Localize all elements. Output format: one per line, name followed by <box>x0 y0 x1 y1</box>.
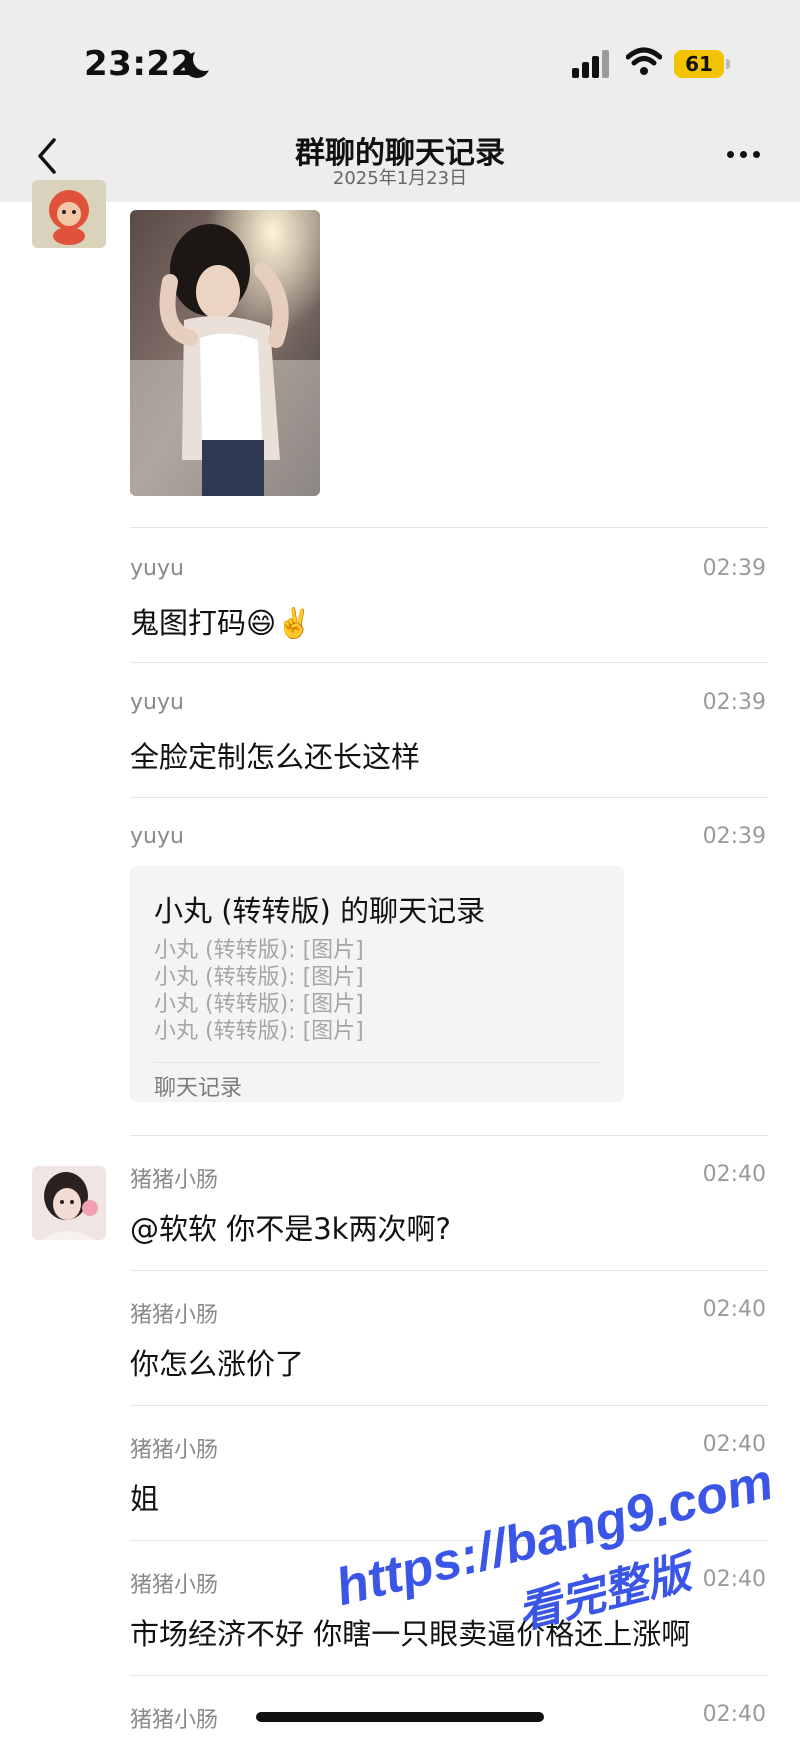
message-text: 鬼图打码😄✌️ <box>130 606 313 640</box>
message-item: yuyu 02:39 <box>130 824 768 860</box>
message-time: 02:39 <box>702 690 766 715</box>
sender-name: 猪猪小肠 <box>130 1438 219 1463</box>
message-time: 02:40 <box>702 1162 766 1187</box>
message-item: 猪猪小肠 02:40 @软软 你不是3k两次啊? <box>130 1162 768 1246</box>
sender-name: yuyu <box>130 556 184 581</box>
chat-record-footer: 聊天记录 <box>154 1076 243 1101</box>
chat-record-title: 小丸 (转转版) 的聊天记录 <box>154 894 486 928</box>
chat-record-line: 小丸 (转转版): [图片] <box>154 1019 364 1044</box>
message-text: 姐 <box>130 1482 160 1516</box>
home-indicator[interactable] <box>256 1712 544 1722</box>
message-time: 02:40 <box>702 1702 766 1727</box>
message-item: yuyu 02:39 全脸定制怎么还长这样 <box>130 690 768 774</box>
ellipsis-icon[interactable] <box>724 148 764 162</box>
battery-icon: 61 <box>674 50 730 78</box>
avatar-sender-2[interactable] <box>32 1166 106 1240</box>
avatar-sender-1[interactable] <box>32 180 106 248</box>
signal-icon <box>572 50 612 78</box>
message-divider <box>130 1135 768 1136</box>
chat-record-card[interactable]: 小丸 (转转版) 的聊天记录 小丸 (转转版): [图片] 小丸 (转转版): … <box>130 866 624 1102</box>
sender-name: yuyu <box>130 824 184 849</box>
message-time: 02:40 <box>702 1297 766 1322</box>
message-divider <box>130 662 768 663</box>
battery-level: 61 <box>685 52 713 76</box>
moon-icon <box>184 47 217 78</box>
photo-message[interactable] <box>130 210 320 496</box>
top-header: 23:22 61 群聊的聊天记录 2025年1月23日 <box>0 0 800 202</box>
sender-name: yuyu <box>130 690 184 715</box>
message-text: @软软 你不是3k两次啊? <box>130 1212 451 1246</box>
sender-name: 猪猪小肠 <box>130 1303 219 1328</box>
status-time: 23:22 <box>84 44 195 84</box>
message-item: 猪猪小肠 02:40 你怎么涨价了 <box>130 1297 768 1381</box>
chat-record-separator <box>154 1062 600 1063</box>
message-text: 全脸定制怎么还长这样 <box>130 740 421 774</box>
message-divider <box>130 527 768 528</box>
message-divider <box>130 1405 768 1406</box>
sender-name: 猪猪小肠 <box>130 1168 219 1193</box>
message-text: 你怎么涨价了 <box>130 1347 305 1381</box>
message-time: 02:39 <box>702 556 766 581</box>
message-divider <box>130 797 768 798</box>
page-subtitle-date: 2025年1月23日 <box>332 168 468 189</box>
sender-name: 猪猪小肠 <box>130 1708 219 1733</box>
sender-name: 猪猪小肠 <box>130 1573 219 1598</box>
message-divider <box>130 1270 768 1271</box>
message-time: 02:39 <box>702 824 766 849</box>
wifi-icon <box>626 47 662 75</box>
message-item: yuyu 02:39 鬼图打码😄✌️ <box>130 556 768 640</box>
